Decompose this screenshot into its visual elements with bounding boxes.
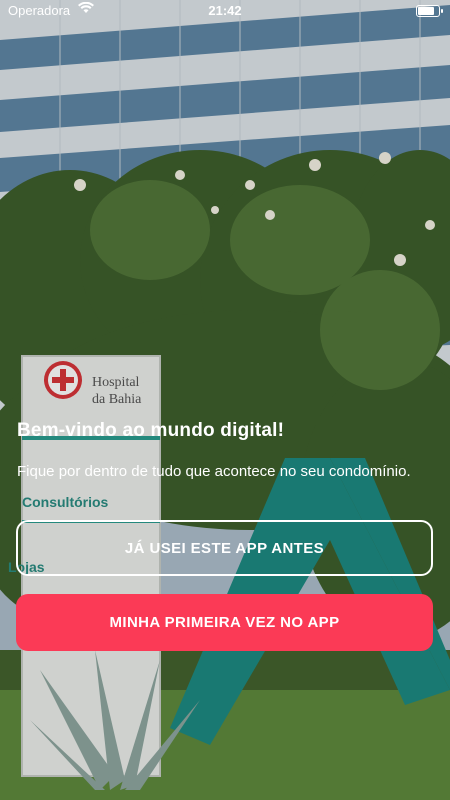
welcome-subtitle: Fique por dentro de tudo que acontece no… (17, 463, 411, 480)
status-bar: Operadora 21:42 (0, 0, 450, 22)
welcome-screen: Hospital da Bahia Consultórios Lojas Oper… (0, 0, 450, 800)
first-time-button[interactable]: MINHA PRIMEIRA VEZ NO APP (16, 594, 433, 651)
returning-user-button[interactable]: JÁ USEI ESTE APP ANTES (16, 520, 433, 576)
battery-icon (416, 5, 443, 17)
welcome-title: Bem-vindo ao mundo digital! (17, 420, 285, 441)
clock: 21:42 (208, 3, 242, 18)
background-photo: Hospital da Bahia Consultórios Lojas (0, 0, 450, 800)
